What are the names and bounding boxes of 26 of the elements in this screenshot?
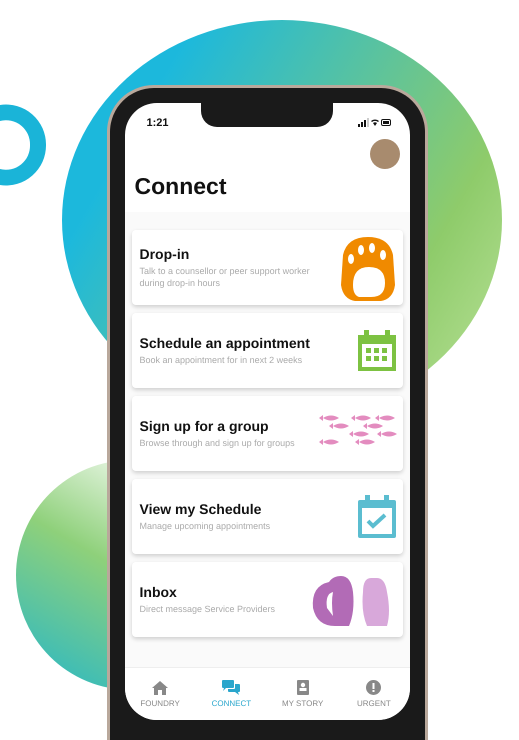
- profile-avatar[interactable]: [370, 139, 400, 169]
- nav-tab[interactable]: FOUNDRY: [124, 668, 196, 720]
- menu-card[interactable]: Schedule an appointment Book an appointment for in next 2 weeks: [132, 313, 402, 388]
- card-title: Schedule an appointment: [140, 334, 310, 351]
- card-description: Talk to a counsellor or peer support worker during drop-in hours: [140, 266, 311, 289]
- card-title: View my Schedule: [140, 500, 262, 517]
- chat-bubbles-icon: [222, 680, 240, 695]
- nav-tab[interactable]: MY STORY: [267, 668, 338, 720]
- menu-card[interactable]: Sign up for a group Browse through and sign up for groups: [132, 396, 402, 471]
- card-description: Book an appointment for in next 2 weeks: [140, 354, 304, 366]
- status-time: 1:21: [146, 117, 169, 129]
- card-description: Browse through and sign up for groups: [140, 438, 295, 450]
- profile-book-icon: [296, 680, 309, 695]
- card-title: Drop-in: [140, 246, 190, 262]
- card-description: Direct message Service Providers: [140, 604, 276, 616]
- menu-card[interactable]: View my Schedule Manage upcoming appointments: [132, 479, 402, 554]
- page-title: Connect: [124, 173, 410, 212]
- card-title: Sign up for a group: [140, 418, 270, 434]
- card-title: Inbox: [140, 584, 178, 600]
- card-description: Manage upcoming appointments: [140, 520, 270, 532]
- nav-tab[interactable]: URGENT: [338, 668, 410, 720]
- menu-card[interactable]: Inbox Direct message Service Providers: [132, 562, 402, 637]
- alert-icon: [366, 680, 382, 695]
- status-icons-icon: [358, 118, 392, 128]
- home-icon: [152, 680, 168, 694]
- menu-card[interactable]: Drop-in Talk to a counsellor or peer support worker during drop-in hours: [132, 230, 402, 305]
